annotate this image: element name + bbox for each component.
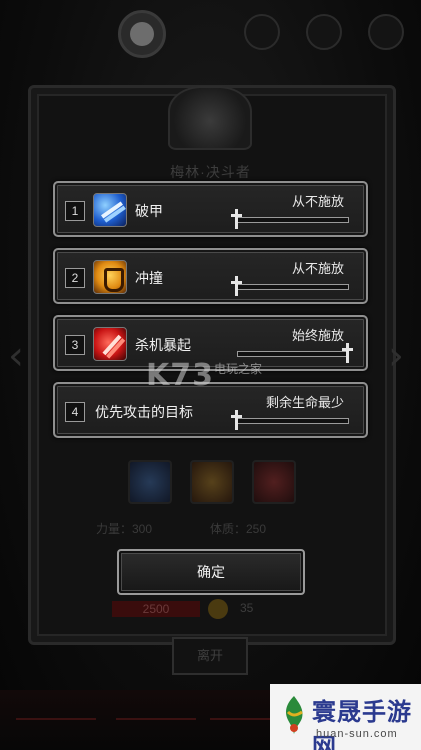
watermark-sub: 电玩之家 (214, 362, 263, 376)
tactic-setting: 剩余生命最少 (265, 395, 344, 410)
top-menu-icon[interactable] (368, 14, 404, 50)
tactic-name: 杀机暴起 (135, 337, 191, 353)
tactic-index: 2 (65, 268, 85, 288)
slider-handle-icon[interactable] (342, 343, 353, 363)
site-logo-badge: 寰晟手游网 huan-sun.com (270, 684, 421, 750)
stat-strength: 力量：300 (96, 522, 153, 536)
tactic-name: 冲撞 (135, 270, 163, 286)
tactic-slider-track[interactable] (237, 351, 349, 357)
top-menu-icon[interactable] (306, 14, 342, 50)
character-name: 梅林·决斗者 (170, 164, 251, 180)
logo-mark-icon (286, 696, 303, 734)
tactic-setting: 从不施放 (291, 261, 344, 276)
tactic-slider-track[interactable] (237, 418, 349, 424)
sword-slash-blue-icon (93, 193, 127, 227)
tactic-index: 4 (65, 402, 85, 422)
skill-slot-icon (128, 460, 172, 504)
tactic-row[interactable]: 2 冲撞 从不施放 (53, 248, 368, 304)
tactic-name: 优先攻击的目标 (95, 404, 193, 420)
tactic-name: 破甲 (135, 203, 163, 219)
bottom-menu-item[interactable] (116, 700, 196, 720)
confirm-button[interactable]: 确定 (117, 549, 305, 595)
home-button[interactable] (118, 10, 166, 58)
gem-amount: 35 (240, 601, 254, 615)
coin-icon (208, 599, 228, 619)
logo-url: huan-sun.com (316, 728, 398, 740)
skill-slot-icon (190, 460, 234, 504)
tactic-index: 3 (65, 335, 85, 355)
tactic-index: 1 (65, 201, 85, 221)
bottom-menu-item[interactable] (16, 700, 96, 720)
tactic-setting: 从不施放 (291, 194, 344, 209)
slider-handle-icon[interactable] (231, 410, 242, 430)
top-menu-icon[interactable] (244, 14, 280, 50)
slider-handle-icon[interactable] (231, 209, 242, 229)
stat-constitution: 体质：250 (210, 522, 267, 536)
slider-handle-icon[interactable] (231, 276, 242, 296)
watermark-logo: K73 (146, 358, 214, 393)
tactic-slider-track[interactable] (237, 284, 349, 290)
gold-amount: 2500 (112, 601, 200, 617)
tactic-slider-track[interactable] (237, 217, 349, 223)
skill-slot-icon (252, 460, 296, 504)
resource-bar: 2500 35 (112, 599, 312, 619)
shield-charge-orange-icon (93, 260, 127, 294)
crest-ornament (168, 86, 252, 150)
arrow-left-icon[interactable]: ‹ (8, 333, 24, 379)
arrow-right-icon[interactable]: › (388, 333, 404, 379)
tactic-setting: 始终施放 (291, 328, 344, 343)
logo-text: 寰晟手游网 (312, 698, 412, 750)
tactic-row[interactable]: 1 破甲 从不施放 (53, 181, 368, 237)
leave-button[interactable]: 离开 (172, 637, 248, 675)
blade-strike-red-icon (93, 327, 127, 361)
